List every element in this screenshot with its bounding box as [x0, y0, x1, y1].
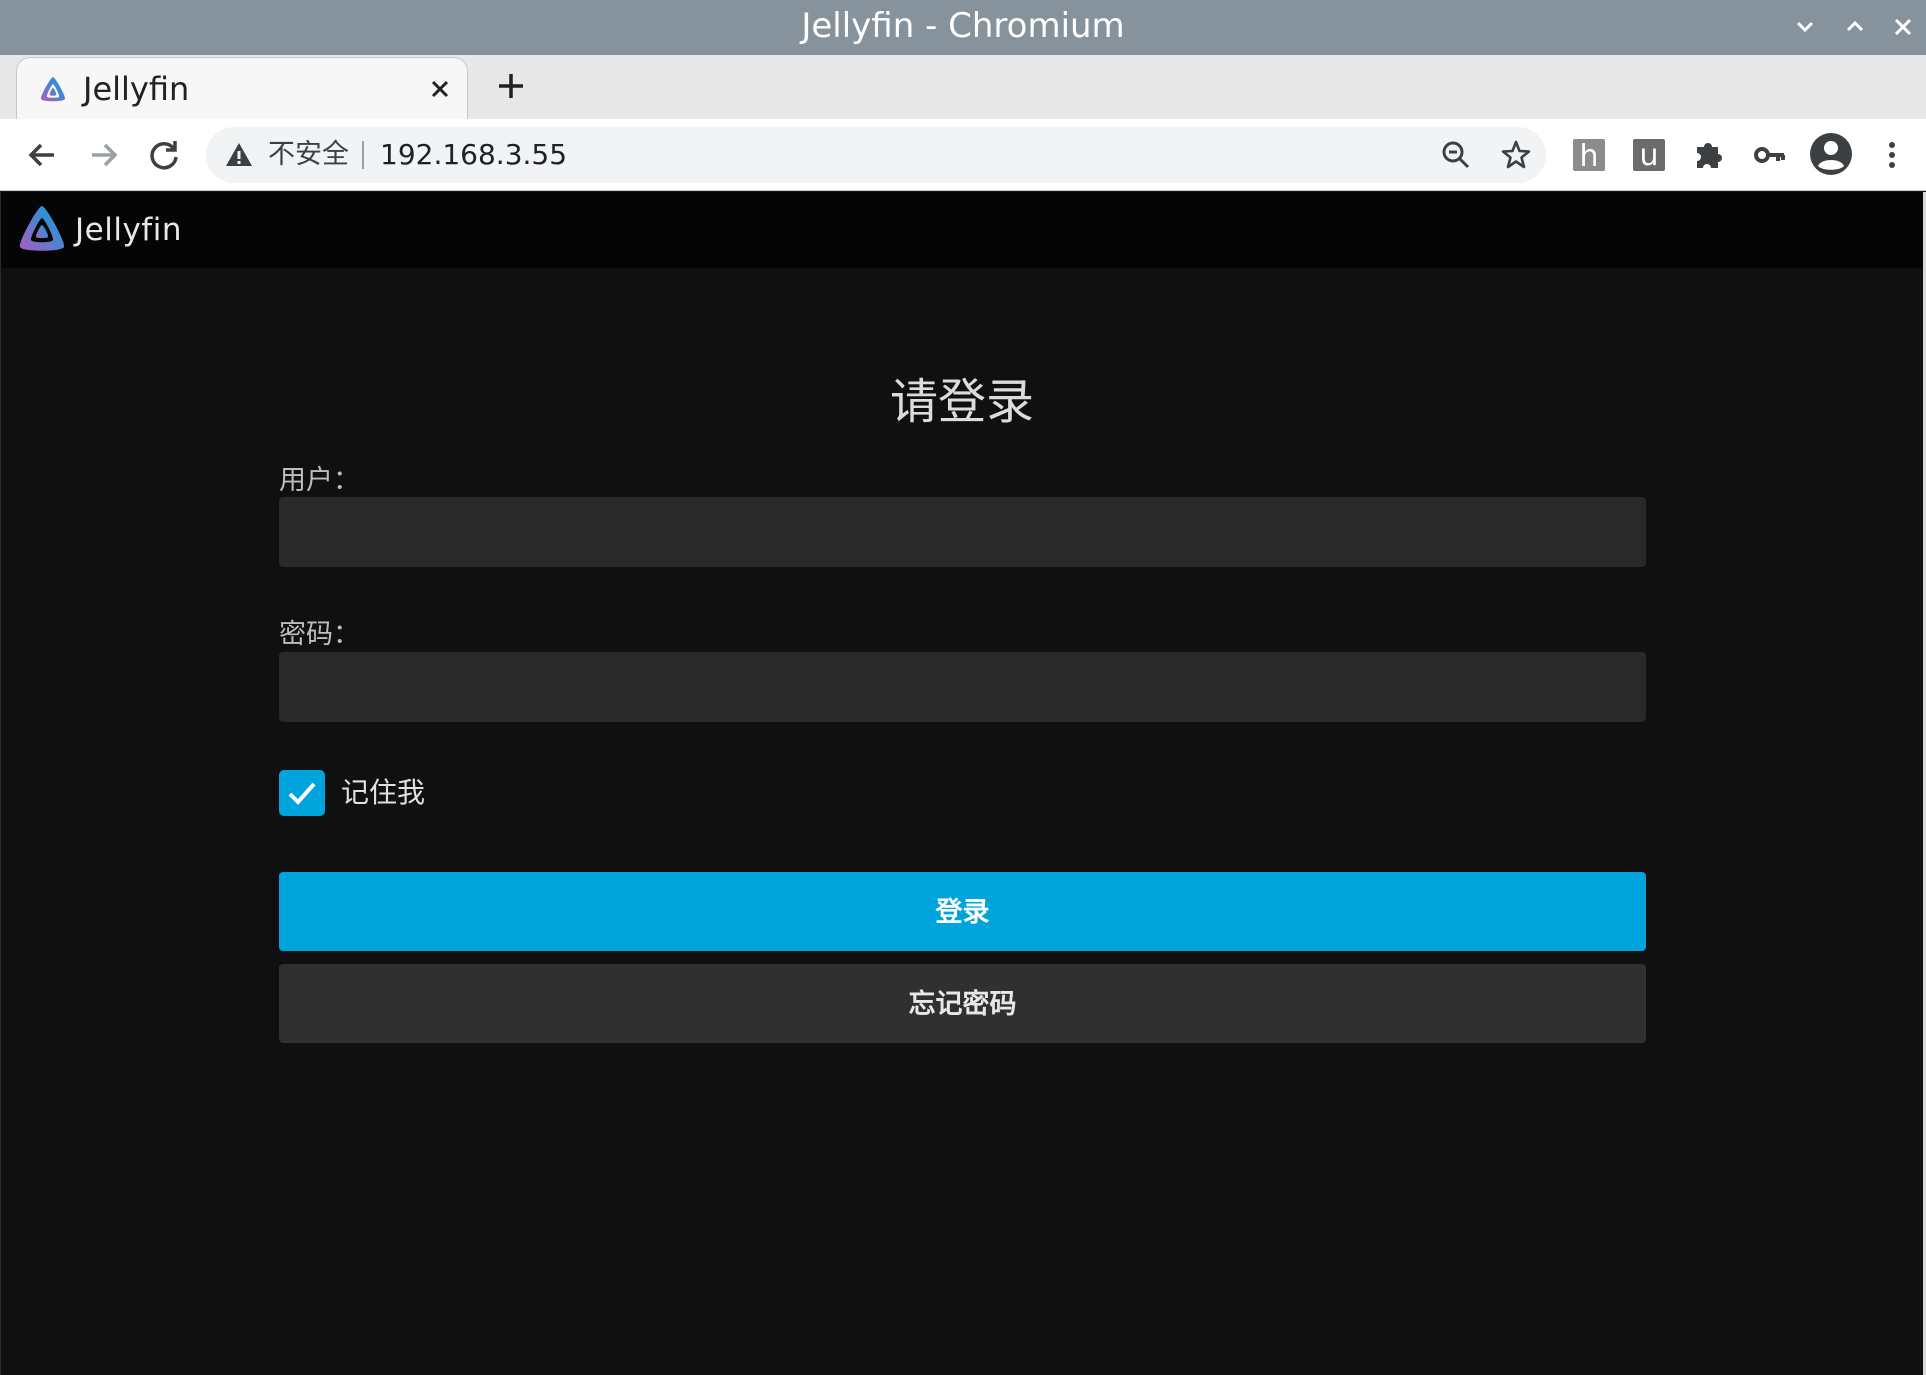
passwords-key-icon[interactable] [1751, 137, 1787, 173]
forward-icon[interactable] [84, 135, 124, 175]
bookmark-star-icon[interactable] [1500, 139, 1532, 171]
svg-text:u: u [1639, 138, 1658, 173]
maximize-icon[interactable] [1838, 10, 1872, 44]
omnibox-separator [362, 141, 364, 169]
browser-toolbar: 不安全 192.168.3.55 h u [0, 119, 1926, 191]
jellyfin-favicon-icon [40, 77, 66, 102]
svg-text:h: h [1579, 139, 1598, 173]
app-brand[interactable]: Jellyfin [75, 192, 182, 268]
url-text[interactable]: 192.168.3.55 [380, 127, 567, 183]
login-button[interactable]: 登录 [279, 872, 1646, 951]
app-header: Jellyfin [1, 192, 1923, 268]
checkmark-icon [288, 782, 316, 805]
reload-icon[interactable] [144, 135, 184, 175]
extensions-puzzle-icon[interactable] [1691, 137, 1727, 173]
page-content: Jellyfin 请登录 用户： 密码： 记住我 登录 忘记密码 [0, 192, 1926, 1375]
extension-h-icon[interactable]: h [1571, 137, 1607, 173]
profile-avatar-icon[interactable] [1808, 131, 1854, 177]
extension-u-icon[interactable]: u [1631, 137, 1667, 173]
minimize-icon[interactable] [1788, 10, 1822, 44]
tab-jellyfin[interactable]: Jellyfin [16, 57, 468, 119]
tab-title: Jellyfin [83, 70, 190, 108]
tab-strip: Jellyfin [0, 55, 1926, 119]
close-tab-icon[interactable] [427, 76, 453, 102]
password-label: 密码： [279, 619, 360, 650]
back-icon[interactable] [22, 135, 62, 175]
forgot-password-button[interactable]: 忘记密码 [279, 964, 1646, 1043]
password-input[interactable] [279, 652, 1646, 722]
username-label: 用户： [279, 465, 360, 496]
browser-menu-icon[interactable] [1874, 137, 1910, 173]
remember-me-label[interactable]: 记住我 [341, 770, 425, 816]
remember-me-checkbox[interactable] [279, 770, 325, 816]
window-titlebar: Jellyfin - Chromium [0, 0, 1926, 55]
login-title: 请登录 [889, 374, 1034, 430]
window-title: Jellyfin - Chromium [801, 6, 1125, 46]
address-bar[interactable]: 不安全 192.168.3.55 [206, 127, 1546, 183]
security-label[interactable]: 不安全 [268, 127, 349, 183]
not-secure-warning-icon[interactable] [224, 140, 254, 170]
jellyfin-logo-icon[interactable] [15, 203, 69, 257]
zoom-icon[interactable] [1440, 139, 1472, 171]
username-input[interactable] [279, 497, 1646, 567]
new-tab-icon[interactable] [494, 69, 528, 103]
close-window-icon[interactable] [1886, 10, 1920, 44]
